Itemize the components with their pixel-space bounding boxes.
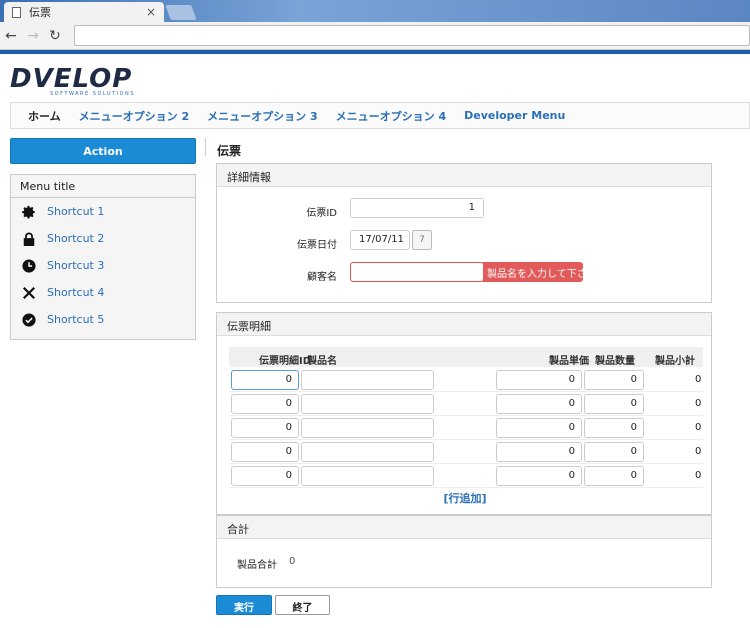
add-row-link[interactable]: [行追加] — [217, 490, 713, 506]
close-icon — [22, 286, 36, 299]
subtotal-value: 0 — [695, 398, 702, 409]
shortcut-3[interactable]: Shortcut 3 — [11, 252, 195, 279]
shortcut-label: Shortcut 2 — [47, 232, 105, 245]
slip-date-input[interactable]: 17/07/11 — [350, 230, 410, 250]
lines-panel: 伝票明細 伝票明細ID 製品名 製品単価 製品数量 製品小計 0 0 0 0 0… — [216, 312, 712, 515]
line-id-input[interactable]: 0 — [231, 394, 299, 414]
logo-subtitle: SOFTWARE SOLUTIONS — [50, 91, 135, 97]
totals-panel: 合計 製品合計 0 — [216, 515, 712, 588]
logo-text: DVELOP — [10, 64, 133, 94]
lock-icon — [23, 232, 35, 246]
lines-header: 伝票明細 — [217, 313, 711, 336]
customer-input[interactable] — [350, 262, 484, 282]
quantity-input[interactable]: 0 — [584, 394, 644, 414]
reload-icon[interactable]: ↻ — [44, 28, 66, 44]
document-icon — [12, 6, 21, 18]
customer-label: 顧客名 — [307, 272, 337, 283]
browser-toolbar: ← → ↻ — [0, 22, 750, 50]
product-total-value: 0 — [289, 556, 296, 567]
product-total-label: 製品合計 — [237, 560, 277, 571]
shortcut-label: Shortcut 5 — [47, 313, 105, 326]
lines-grid-header: 伝票明細ID 製品名 製品単価 製品数量 製品小計 — [229, 347, 703, 367]
shortcut-label: Shortcut 4 — [47, 286, 105, 299]
tab-title: 伝票 — [29, 6, 51, 19]
table-row: 0 0 0 0 — [229, 368, 703, 392]
details-panel: 詳細情報 伝票ID 1 伝票日付 17/07/11 7 顧客名 製品名を入力して… — [216, 163, 712, 303]
run-button[interactable]: 実行 — [216, 595, 272, 615]
sidebar-menu: Menu title Shortcut 1 Shortcut 2 Shortcu… — [10, 174, 196, 340]
details-header: 詳細情報 — [217, 164, 711, 187]
browser-tab[interactable]: 伝票 × — [4, 2, 164, 22]
subtotal-value: 0 — [695, 374, 702, 385]
unit-price-input[interactable]: 0 — [496, 466, 582, 486]
col-line-id: 伝票明細ID — [259, 356, 312, 367]
subtotal-value: 0 — [695, 470, 702, 481]
main-menu: ホーム メニューオプション 2 メニューオプション 3 メニューオプション 4 … — [10, 102, 750, 129]
subtotal-value: 0 — [695, 446, 702, 457]
shortcut-label: Shortcut 1 — [47, 205, 105, 218]
browser-tab-bar: 伝票 × — [0, 0, 750, 22]
slip-id-label: 伝票ID — [306, 208, 337, 219]
menu-item-home[interactable]: ホーム — [28, 108, 61, 124]
shortcut-2[interactable]: Shortcut 2 — [11, 225, 195, 252]
line-id-input[interactable]: 0 — [231, 370, 299, 390]
product-name-input[interactable] — [301, 370, 434, 390]
back-icon[interactable]: ← — [0, 28, 22, 44]
quantity-input[interactable]: 0 — [584, 370, 644, 390]
shortcut-1[interactable]: Shortcut 1 — [11, 198, 195, 225]
col-unit-price: 製品単価 — [549, 356, 589, 367]
gear-icon — [22, 205, 35, 218]
calendar-icon[interactable]: 7 — [412, 230, 432, 250]
table-row: 0 0 0 0 — [229, 464, 703, 488]
menu-item-option-4[interactable]: メニューオプション 4 — [336, 108, 446, 124]
table-row: 0 0 0 0 — [229, 440, 703, 464]
shortcut-4[interactable]: Shortcut 4 — [11, 279, 195, 306]
col-subtotal: 製品小計 — [655, 356, 695, 367]
sidebar-menu-title: Menu title — [11, 175, 195, 198]
line-id-input[interactable]: 0 — [231, 466, 299, 486]
tab-close-icon[interactable]: × — [146, 5, 156, 19]
quantity-input[interactable]: 0 — [584, 442, 644, 462]
new-tab-button[interactable] — [165, 5, 197, 20]
forward-icon[interactable]: → — [22, 28, 44, 44]
product-name-input[interactable] — [301, 442, 434, 462]
product-name-input[interactable] — [301, 394, 434, 414]
header-stripe — [0, 50, 750, 54]
shortcut-label: Shortcut 3 — [47, 259, 105, 272]
unit-price-input[interactable]: 0 — [496, 418, 582, 438]
product-name-input[interactable] — [301, 418, 434, 438]
col-quantity: 製品数量 — [595, 356, 635, 367]
menu-item-option-3[interactable]: メニューオプション 3 — [207, 108, 317, 124]
check-circle-icon — [22, 312, 36, 327]
clock-icon — [22, 258, 36, 273]
action-button[interactable]: Action — [10, 138, 196, 164]
line-id-input[interactable]: 0 — [231, 442, 299, 462]
table-row: 0 0 0 0 — [229, 392, 703, 416]
menu-item-option-2[interactable]: メニューオプション 2 — [79, 108, 189, 124]
end-button[interactable]: 終了 — [275, 595, 330, 615]
subtotal-value: 0 — [695, 422, 702, 433]
totals-header: 合計 — [217, 516, 711, 539]
slip-date-label: 伝票日付 — [297, 240, 337, 251]
slip-id-input[interactable]: 1 — [350, 198, 484, 218]
quantity-input[interactable]: 0 — [584, 418, 644, 438]
content-divider — [205, 138, 206, 156]
page-title: 伝票 — [217, 144, 242, 158]
shortcut-5[interactable]: Shortcut 5 — [11, 306, 195, 333]
quantity-input[interactable]: 0 — [584, 466, 644, 486]
logo: DVELOP SOFTWARE SOLUTIONS — [10, 64, 135, 97]
unit-price-input[interactable]: 0 — [496, 442, 582, 462]
address-bar[interactable] — [74, 25, 750, 46]
menu-item-developer[interactable]: Developer Menu — [464, 109, 565, 122]
unit-price-input[interactable]: 0 — [496, 394, 582, 414]
unit-price-input[interactable]: 0 — [496, 370, 582, 390]
col-product-name: 製品名 — [307, 356, 337, 367]
table-row: 0 0 0 0 — [229, 416, 703, 440]
customer-error-message: 製品名を入力して下さい — [483, 262, 597, 282]
product-name-input[interactable] — [301, 466, 434, 486]
line-id-input[interactable]: 0 — [231, 418, 299, 438]
